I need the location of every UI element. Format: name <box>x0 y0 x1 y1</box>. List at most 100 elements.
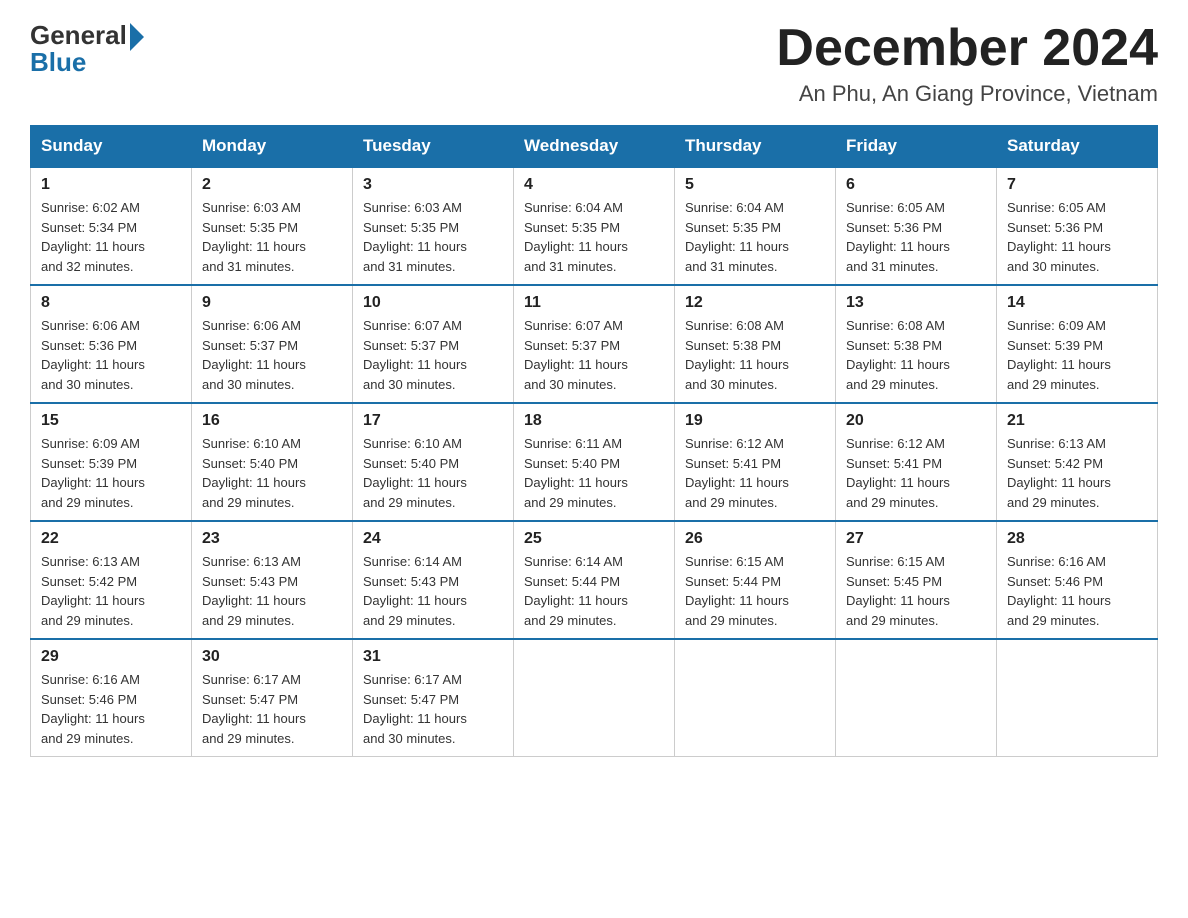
logo-blue-text: Blue <box>30 47 86 78</box>
day-info: Sunrise: 6:10 AMSunset: 5:40 PMDaylight:… <box>202 434 342 512</box>
calendar-cell: 24 Sunrise: 6:14 AMSunset: 5:43 PMDayligh… <box>353 521 514 639</box>
day-info: Sunrise: 6:06 AMSunset: 5:37 PMDaylight:… <box>202 316 342 394</box>
day-number: 3 <box>363 176 503 194</box>
calendar-cell: 11 Sunrise: 6:07 AMSunset: 5:37 PMDayligh… <box>514 285 675 403</box>
day-number: 18 <box>524 412 664 430</box>
calendar-cell: 20 Sunrise: 6:12 AMSunset: 5:41 PMDayligh… <box>836 403 997 521</box>
day-info: Sunrise: 6:15 AMSunset: 5:44 PMDaylight:… <box>685 552 825 630</box>
calendar-cell: 15Sunrise: 6:09 AMSunset: 5:39 PMDayligh… <box>31 403 192 521</box>
week-row-4: 22 Sunrise: 6:13 AMSunset: 5:42 PMDayligh… <box>31 521 1158 639</box>
day-number: 21 <box>1007 412 1147 430</box>
day-number: 30 <box>202 648 342 666</box>
calendar-cell: 2Sunrise: 6:03 AMSunset: 5:35 PMDaylight… <box>192 167 353 285</box>
day-number: 28 <box>1007 530 1147 548</box>
day-info: Sunrise: 6:02 AMSunset: 5:34 PMDaylight:… <box>41 198 181 276</box>
week-row-3: 15Sunrise: 6:09 AMSunset: 5:39 PMDayligh… <box>31 403 1158 521</box>
day-number: 14 <box>1007 294 1147 312</box>
day-number: 10 <box>363 294 503 312</box>
day-number: 19 <box>685 412 825 430</box>
day-info: Sunrise: 6:16 AMSunset: 5:46 PMDaylight:… <box>1007 552 1147 630</box>
calendar-cell: 28 Sunrise: 6:16 AMSunset: 5:46 PMDayligh… <box>997 521 1158 639</box>
calendar-cell: 13 Sunrise: 6:08 AMSunset: 5:38 PMDayligh… <box>836 285 997 403</box>
calendar-cell: 19 Sunrise: 6:12 AMSunset: 5:41 PMDayligh… <box>675 403 836 521</box>
day-number: 17 <box>363 412 503 430</box>
calendar-cell: 14 Sunrise: 6:09 AMSunset: 5:39 PMDayligh… <box>997 285 1158 403</box>
title-block: December 2024 An Phu, An Giang Province,… <box>776 20 1158 107</box>
calendar-cell: 25 Sunrise: 6:14 AMSunset: 5:44 PMDayligh… <box>514 521 675 639</box>
day-info: Sunrise: 6:16 AMSunset: 5:46 PMDaylight:… <box>41 670 181 748</box>
day-number: 5 <box>685 176 825 194</box>
day-number: 26 <box>685 530 825 548</box>
day-number: 31 <box>363 648 503 666</box>
day-info: Sunrise: 6:07 AMSunset: 5:37 PMDaylight:… <box>363 316 503 394</box>
calendar-cell: 12 Sunrise: 6:08 AMSunset: 5:38 PMDayligh… <box>675 285 836 403</box>
day-info: Sunrise: 6:12 AMSunset: 5:41 PMDaylight:… <box>685 434 825 512</box>
location-title: An Phu, An Giang Province, Vietnam <box>776 81 1158 107</box>
logo-triangle-icon <box>130 23 144 51</box>
calendar-cell: 3Sunrise: 6:03 AMSunset: 5:35 PMDaylight… <box>353 167 514 285</box>
day-number: 25 <box>524 530 664 548</box>
day-info: Sunrise: 6:08 AMSunset: 5:38 PMDaylight:… <box>846 316 986 394</box>
day-info: Sunrise: 6:13 AMSunset: 5:42 PMDaylight:… <box>41 552 181 630</box>
calendar-cell: 8Sunrise: 6:06 AMSunset: 5:36 PMDaylight… <box>31 285 192 403</box>
calendar-cell: 4Sunrise: 6:04 AMSunset: 5:35 PMDaylight… <box>514 167 675 285</box>
calendar-cell <box>675 639 836 757</box>
day-info: Sunrise: 6:06 AMSunset: 5:36 PMDaylight:… <box>41 316 181 394</box>
column-header-tuesday: Tuesday <box>353 126 514 168</box>
calendar-cell: 30 Sunrise: 6:17 AMSunset: 5:47 PMDayligh… <box>192 639 353 757</box>
day-number: 2 <box>202 176 342 194</box>
day-number: 7 <box>1007 176 1147 194</box>
week-row-1: 1 Sunrise: 6:02 AMSunset: 5:34 PMDaylight… <box>31 167 1158 285</box>
day-number: 12 <box>685 294 825 312</box>
day-info: Sunrise: 6:14 AMSunset: 5:44 PMDaylight:… <box>524 552 664 630</box>
day-info: Sunrise: 6:14 AMSunset: 5:43 PMDaylight:… <box>363 552 503 630</box>
day-info: Sunrise: 6:17 AMSunset: 5:47 PMDaylight:… <box>363 670 503 748</box>
day-info: Sunrise: 6:09 AMSunset: 5:39 PMDaylight:… <box>1007 316 1147 394</box>
calendar-header-row: SundayMondayTuesdayWednesdayThursdayFrid… <box>31 126 1158 168</box>
column-header-wednesday: Wednesday <box>514 126 675 168</box>
calendar-cell: 21 Sunrise: 6:13 AMSunset: 5:42 PMDayligh… <box>997 403 1158 521</box>
day-info: Sunrise: 6:15 AMSunset: 5:45 PMDaylight:… <box>846 552 986 630</box>
day-number: 6 <box>846 176 986 194</box>
day-number: 9 <box>202 294 342 312</box>
calendar-cell: 7 Sunrise: 6:05 AMSunset: 5:36 PMDaylight… <box>997 167 1158 285</box>
calendar-cell: 22 Sunrise: 6:13 AMSunset: 5:42 PMDayligh… <box>31 521 192 639</box>
page-header: General Blue December 2024 An Phu, An Gi… <box>30 20 1158 107</box>
calendar-cell: 27Sunrise: 6:15 AMSunset: 5:45 PMDayligh… <box>836 521 997 639</box>
day-info: Sunrise: 6:10 AMSunset: 5:40 PMDaylight:… <box>363 434 503 512</box>
day-number: 1 <box>41 176 181 194</box>
day-info: Sunrise: 6:05 AMSunset: 5:36 PMDaylight:… <box>1007 198 1147 276</box>
column-header-thursday: Thursday <box>675 126 836 168</box>
day-info: Sunrise: 6:08 AMSunset: 5:38 PMDaylight:… <box>685 316 825 394</box>
calendar-cell <box>514 639 675 757</box>
calendar-table: SundayMondayTuesdayWednesdayThursdayFrid… <box>30 125 1158 757</box>
day-number: 24 <box>363 530 503 548</box>
calendar-cell: 23Sunrise: 6:13 AMSunset: 5:43 PMDayligh… <box>192 521 353 639</box>
day-info: Sunrise: 6:13 AMSunset: 5:42 PMDaylight:… <box>1007 434 1147 512</box>
month-title: December 2024 <box>776 20 1158 77</box>
day-number: 22 <box>41 530 181 548</box>
day-info: Sunrise: 6:05 AMSunset: 5:36 PMDaylight:… <box>846 198 986 276</box>
day-info: Sunrise: 6:12 AMSunset: 5:41 PMDaylight:… <box>846 434 986 512</box>
day-number: 13 <box>846 294 986 312</box>
week-row-5: 29 Sunrise: 6:16 AMSunset: 5:46 PMDayligh… <box>31 639 1158 757</box>
day-info: Sunrise: 6:13 AMSunset: 5:43 PMDaylight:… <box>202 552 342 630</box>
calendar-cell: 9 Sunrise: 6:06 AMSunset: 5:37 PMDaylight… <box>192 285 353 403</box>
column-header-friday: Friday <box>836 126 997 168</box>
calendar-cell: 29 Sunrise: 6:16 AMSunset: 5:46 PMDayligh… <box>31 639 192 757</box>
column-header-saturday: Saturday <box>997 126 1158 168</box>
calendar-cell: 10 Sunrise: 6:07 AMSunset: 5:37 PMDayligh… <box>353 285 514 403</box>
calendar-cell: 26 Sunrise: 6:15 AMSunset: 5:44 PMDayligh… <box>675 521 836 639</box>
day-number: 20 <box>846 412 986 430</box>
day-info: Sunrise: 6:04 AMSunset: 5:35 PMDaylight:… <box>524 198 664 276</box>
calendar-cell: 18Sunrise: 6:11 AMSunset: 5:40 PMDayligh… <box>514 403 675 521</box>
day-info: Sunrise: 6:09 AMSunset: 5:39 PMDaylight:… <box>41 434 181 512</box>
calendar-cell: 6 Sunrise: 6:05 AMSunset: 5:36 PMDaylight… <box>836 167 997 285</box>
day-info: Sunrise: 6:17 AMSunset: 5:47 PMDaylight:… <box>202 670 342 748</box>
day-info: Sunrise: 6:07 AMSunset: 5:37 PMDaylight:… <box>524 316 664 394</box>
day-number: 16 <box>202 412 342 430</box>
day-number: 11 <box>524 294 664 312</box>
day-number: 29 <box>41 648 181 666</box>
column-header-sunday: Sunday <box>31 126 192 168</box>
calendar-cell: 5Sunrise: 6:04 AMSunset: 5:35 PMDaylight… <box>675 167 836 285</box>
